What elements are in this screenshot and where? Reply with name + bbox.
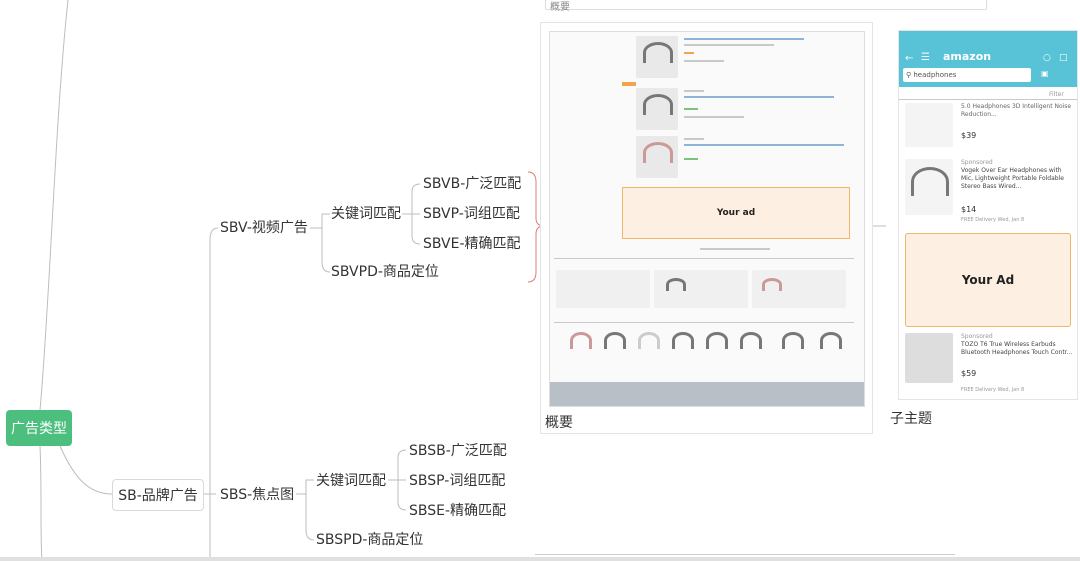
page-footer [550,382,864,406]
bottom-scrollbar[interactable] [0,557,1080,561]
menu-icon[interactable]: ☰ [921,52,930,63]
sbvpd-node[interactable]: SBVPD-商品定位 [331,263,439,281]
mobile-search-value: headphones [913,71,957,79]
product-image [905,333,953,383]
headphone-icon [762,278,782,291]
product-image [706,332,728,349]
headphone-icon [643,142,673,163]
product-image [740,332,762,349]
sbv-node[interactable]: SBV-视频广告 [220,219,308,237]
mobile-item2-delivery: FREE Delivery Wed, Jan 8 [961,217,1025,223]
headphone-icon [666,278,686,291]
mobile-item2-price: $14 [961,205,977,214]
product-image [638,332,660,349]
divider [554,258,854,259]
root-node[interactable]: 广告类型 [6,410,72,446]
product-text-line [684,144,844,146]
mobile-ad-slot[interactable]: Your Ad [905,233,1071,327]
subtopic-caption: 子主题 [890,411,932,427]
search-icon: ⚲ [906,71,912,79]
desktop-screenshot: Your ad [549,31,865,407]
mobile-item2-title[interactable]: Vogek Over Ear Headphones with Mic, Ligh… [961,167,1073,191]
amazon-logo: amazon [943,50,992,63]
product-image [672,332,694,349]
mobile-item1-price: $39 [961,131,977,140]
headphone-icon [911,167,949,196]
sbs-node[interactable]: SBS-焦点图 [220,486,294,504]
mobile-item3-title[interactable]: TOZO T6 True Wireless Earbuds Bluetooth … [961,341,1073,357]
overview-panel[interactable]: Your ad [540,22,873,434]
cart-icon[interactable]: □ [1059,53,1068,63]
sbv-keyword-node[interactable]: 关键词匹配 [331,205,401,223]
product-text-line [684,52,694,54]
product-text-line [684,158,698,160]
product-text-line [684,138,704,140]
top-summary-label: 概要 [550,2,570,13]
back-icon[interactable]: ← [905,53,913,64]
sb-node[interactable]: SB-品牌广告 [112,479,204,511]
mobile-item1-title[interactable]: 5.0 Headphones 3D Intelligent Noise Redu… [961,103,1073,119]
mobile-item3-delivery: FREE Delivery Wed, Jan 8 [961,387,1025,393]
product-text-line [684,116,744,118]
headphone-icon [643,42,673,63]
divider [554,322,854,323]
product-image [820,332,842,349]
overview-caption: 概要 [545,415,573,431]
sbsp-node[interactable]: SBSP-词组匹配 [409,472,505,490]
sbsb-node[interactable]: SBSB-广泛匹配 [409,442,507,460]
product-text-line [684,38,804,40]
badge-orange [622,82,636,86]
product-image [570,332,592,349]
product-text-line [684,60,724,62]
product-image [905,103,953,147]
mobile-item2-sponsored: Sponsored [961,159,993,166]
top-summary-box[interactable]: 概要 [545,0,987,13]
desktop-ad-slot[interactable]: Your ad [622,187,850,239]
camera-icon[interactable]: ▣ [1041,69,1049,78]
sbse-node[interactable]: SBSE-精确匹配 [409,502,506,520]
sbvb-node[interactable]: SBVB-广泛匹配 [423,175,521,193]
product-text-line [684,108,698,110]
mobile-search-input[interactable]: ⚲ headphones [903,68,1031,82]
product-text-line [684,44,774,46]
product-image [604,332,626,349]
sbs-keyword-node[interactable]: 关键词匹配 [316,472,386,490]
subtopic-panel[interactable]: ← ☰ amazon ○ □ ⚲ headphones ▣ Filter 5.0… [898,30,1078,400]
sbspd-node[interactable]: SBSPD-商品定位 [316,531,423,549]
product-image [782,332,804,349]
sbve-node[interactable]: SBVE-精确匹配 [423,235,521,253]
mobile-item3-price: $59 [961,369,977,378]
bell-icon[interactable]: ○ [1043,53,1051,63]
product-text-line [684,96,834,98]
sbvp-node[interactable]: SBVP-词组匹配 [423,205,520,223]
brand-card [556,270,650,308]
pagination [700,248,770,250]
product-text-line [684,90,704,92]
mobile-item3-sponsored: Sponsored [961,333,993,340]
headphone-icon [643,94,673,115]
mobile-filter[interactable]: Filter [1049,91,1064,98]
divider [899,99,1077,100]
